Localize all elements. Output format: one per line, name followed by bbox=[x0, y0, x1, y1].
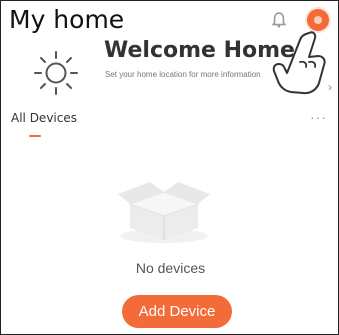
all-devices-tab[interactable]: All Devices bbox=[11, 111, 77, 125]
more-options-icon[interactable]: ··· bbox=[310, 109, 327, 125]
empty-state-text: No devices bbox=[135, 260, 206, 276]
profile-button[interactable] bbox=[307, 9, 329, 31]
bell-icon[interactable] bbox=[272, 12, 286, 28]
welcome-subtext: Set your home location for more informat… bbox=[105, 70, 261, 79]
sun-icon bbox=[34, 51, 78, 95]
welcome-heading: Welcome Home bbox=[104, 38, 295, 63]
add-device-button[interactable]: Add Device bbox=[122, 295, 232, 328]
pointing-hand-icon bbox=[272, 31, 326, 95]
app-frame: My home Welcome Home Set your home locat… bbox=[0, 0, 339, 335]
tab-indicator bbox=[29, 135, 41, 137]
page-title: My home bbox=[9, 5, 125, 34]
empty-box-illustration bbox=[118, 182, 210, 243]
